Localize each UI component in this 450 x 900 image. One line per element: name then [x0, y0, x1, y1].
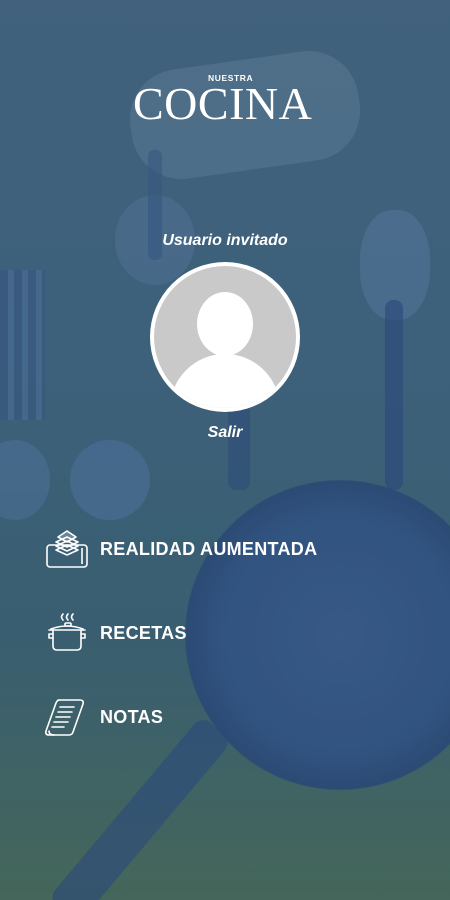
logout-button[interactable]: Salir: [0, 424, 450, 442]
cooking-pot-icon: [48, 613, 86, 651]
augmented-reality-icon: [46, 530, 88, 568]
menu-item-realidad-aumentada[interactable]: REALIDAD AUMENTADA: [44, 528, 317, 570]
menu-item-label: REALIDAD AUMENTADA: [100, 538, 318, 559]
menu-item-notas[interactable]: NOTAS: [44, 696, 163, 738]
user-avatar-icon: [154, 266, 296, 408]
menu-item-recetas[interactable]: RECETAS: [44, 612, 187, 654]
avatar[interactable]: [150, 262, 300, 412]
brand-name: COCINA: [133, 78, 313, 129]
menu-item-label: NOTAS: [100, 706, 164, 727]
notes-scroll-icon: [45, 699, 84, 736]
username-label: Usuario invitado: [162, 232, 288, 249]
background-photo: [0, 0, 450, 900]
menu-item-label: RECETAS: [100, 622, 187, 643]
